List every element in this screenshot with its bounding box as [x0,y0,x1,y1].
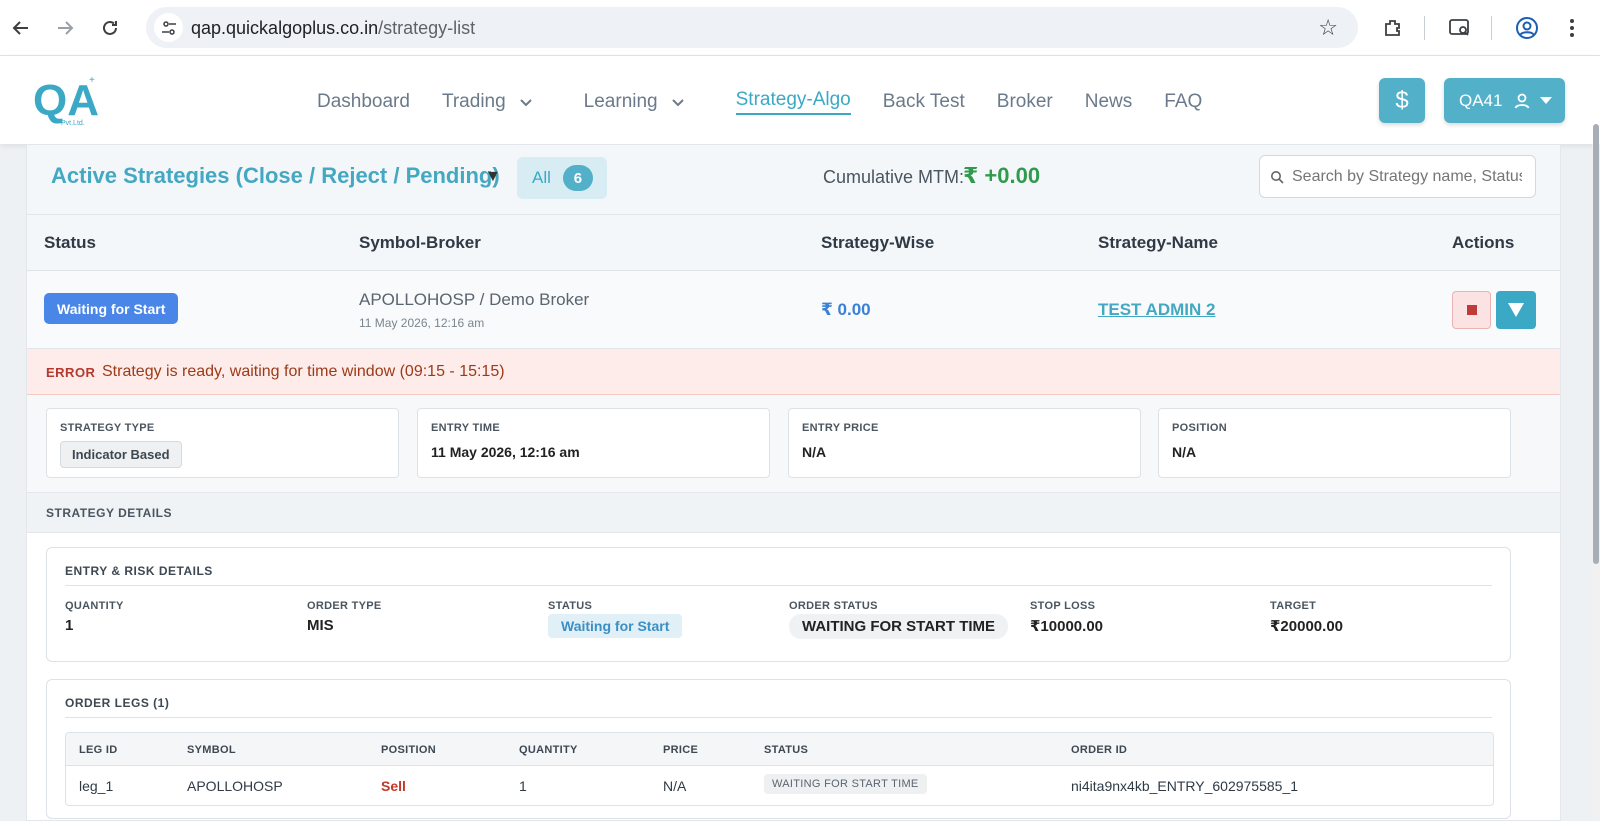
chevron-down-icon [519,99,532,107]
nav-strategy-algo[interactable]: Strategy-Algo [735,89,851,115]
order-type-field: ORDER TYPE MIS [307,600,382,634]
position-box: POSITION N/A [1158,408,1511,478]
stop-loss-field: STOP LOSS ₹10000.00 [1030,600,1104,635]
tab-search-icon[interactable] [1446,14,1474,42]
extensions-icon[interactable] [1379,14,1407,42]
forward-arrow-icon[interactable] [51,14,79,42]
leg-symbol: APOLLOHOSP [187,778,283,794]
dollar-icon: $ [1395,86,1409,114]
triangle-down-icon [1508,303,1524,317]
legs-table-header: LEG ID SYMBOL POSITION QUANTITY PRICE ST… [66,733,1493,766]
dropdown-triangle-icon[interactable]: ▼ [485,168,501,186]
leg-position: Sell [381,778,406,794]
mtm-label: Cumulative MTM: [823,167,965,187]
search-box[interactable] [1259,155,1536,198]
quantity-field: QUANTITY 1 [65,600,124,634]
target-field: TARGET ₹20000.00 [1270,600,1344,635]
browser-toolbar: qap.quickalgoplus.co.in/strategy-list ☆ [0,0,1600,56]
entry-time-box: ENTRY TIME 11 May 2026, 12:16 am [417,408,770,478]
nav-broker[interactable]: Broker [997,89,1053,115]
panel-header: Active Strategies (Close / Reject / Pend… [27,145,1560,215]
user-icon [1515,93,1530,108]
entry-risk-details: ENTRY & RISK DETAILS QUANTITY 1 ORDER TY… [46,547,1511,662]
table-row[interactable]: Waiting for Start APOLLOHOSP / Demo Brok… [27,271,1560,349]
strategy-details-header: STRATEGY DETAILS [27,493,1560,533]
user-menu-button[interactable]: QA41 [1444,78,1565,123]
expand-button[interactable] [1496,291,1536,329]
chevron-down-icon [671,99,684,107]
leg-price: N/A [663,778,687,794]
url-text: qap.quickalgoplus.co.in/strategy-list [191,18,476,38]
column-strategy-wise: Strategy-Wise [821,233,935,252]
error-banner: ERROR Strategy is ready, waiting for tim… [27,349,1560,395]
strategy-type-box: STRATEGY TYPE Indicator Based [46,408,399,478]
order-status-pill: WAITING FOR START TIME [789,614,1009,639]
svg-text:+: + [89,75,95,86]
count-badge: 6 [562,165,593,191]
info-summary: STRATEGY TYPE Indicator Based ENTRY TIME… [27,395,1560,493]
mtm-value: ₹ +0.00 [963,163,1041,188]
column-strategy-name: Strategy-Name [1098,233,1218,252]
scrollbar-thumb[interactable] [1593,124,1599,564]
qa-logo[interactable]: QA + Pvt.Ltd. [33,73,109,127]
leg-status-badge: WAITING FOR START TIME [764,774,927,794]
error-tag: ERROR [46,365,96,380]
leg-quantity: 1 [519,778,527,794]
site-settings-icon[interactable] [154,13,183,42]
status-pill: Waiting for Start [548,614,683,638]
search-icon [1271,170,1284,184]
more-menu-icon[interactable] [1558,14,1586,42]
strategy-type-chip: Indicator Based [60,441,182,468]
leg-id: leg_1 [79,778,114,794]
entry-price-box: ENTRY PRICE N/A [788,408,1141,478]
legs-table: LEG ID SYMBOL POSITION QUANTITY PRICE ST… [65,732,1494,806]
column-symbol-broker: Symbol-Broker [359,233,481,252]
strategies-panel: Active Strategies (Close / Reject / Pend… [26,144,1561,821]
panel-title[interactable]: Active Strategies (Close / Reject / Pend… [51,163,500,189]
nav-news[interactable]: News [1085,89,1133,115]
order-status-field: ORDER STATUS WAITING FOR START TIME [789,600,1009,639]
stop-button[interactable] [1452,291,1491,329]
profile-icon[interactable] [1513,14,1541,42]
back-arrow-icon[interactable] [7,14,35,42]
filter-all-chip[interactable]: All 6 [517,157,607,199]
stop-icon [1466,305,1477,315]
address-bar[interactable]: qap.quickalgoplus.co.in/strategy-list ☆ [146,7,1358,48]
table-header: Status Symbol-Broker Strategy-Wise Strat… [27,215,1560,271]
column-status: Status [44,233,96,252]
column-actions: Actions [1452,233,1515,252]
nav-trading[interactable]: Trading [442,89,534,115]
row-date: 11 May 2026, 12:16 am [359,316,485,330]
caret-down-icon [1540,97,1552,104]
nav-back-test[interactable]: Back Test [883,89,965,115]
status-badge: Waiting for Start [44,293,179,324]
nav-dashboard[interactable]: Dashboard [317,89,410,115]
site-header: QA + Pvt.Ltd. Dashboard Trading Learning… [0,56,1600,144]
symbol-broker: APOLLOHOSP / Demo Broker [359,290,590,309]
error-message: Strategy is ready, waiting for time wind… [102,363,505,380]
search-input[interactable] [1292,167,1522,186]
status-field: STATUS Waiting for Start [548,600,683,638]
svg-text:Pvt.Ltd.: Pvt.Ltd. [61,120,85,127]
nav-learning[interactable]: Learning [584,89,686,115]
wallet-button[interactable]: $ [1379,78,1425,123]
reload-icon[interactable] [96,14,124,42]
bookmark-star-icon[interactable]: ☆ [1318,15,1338,41]
leg-order-id: ni4ita9nx4kb_ENTRY_602975585_1 [1071,778,1299,794]
strategy-wise-value: ₹ 0.00 [821,300,871,319]
main-nav: Dashboard Trading Learning Strategy-Algo… [317,89,1234,115]
order-legs: ORDER LEGS (1) LEG ID SYMBOL POSITION QU… [46,679,1511,819]
nav-faq[interactable]: FAQ [1164,89,1202,115]
strategy-name-link[interactable]: TEST ADMIN 2 [1098,300,1215,320]
